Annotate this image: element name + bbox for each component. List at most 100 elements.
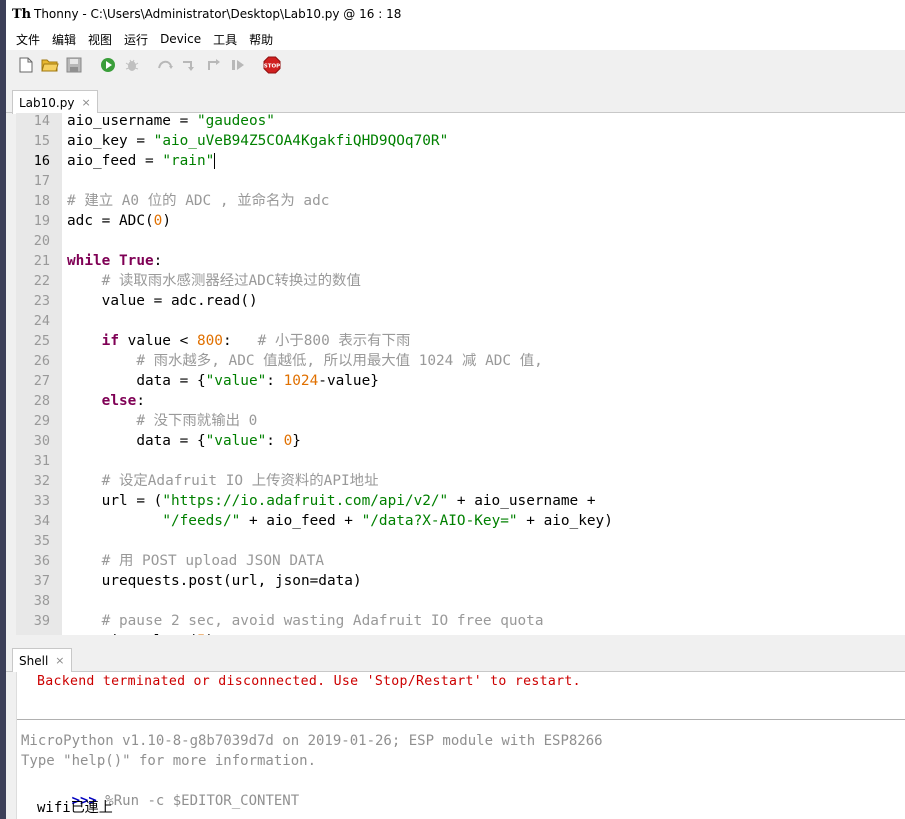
line-number: 16 — [33, 153, 50, 169]
svg-text:STOP: STOP — [264, 64, 280, 70]
step-over-icon[interactable] — [156, 55, 176, 75]
shell-output: wifi已連上 — [37, 800, 113, 816]
line-number: 39 — [33, 613, 50, 629]
open-file-icon[interactable] — [40, 55, 60, 75]
text-cursor — [214, 153, 216, 169]
step-into-icon[interactable] — [180, 55, 200, 75]
line-number: 15 — [33, 133, 50, 149]
tab-lab10-py[interactable]: Lab10.py × — [12, 90, 98, 114]
line-number: 37 — [33, 573, 50, 589]
menu-tools[interactable]: 工具 — [207, 31, 243, 48]
code-line: 25 if value < 800: # 小于800 表示有下雨 — [16, 331, 905, 351]
tab-shell[interactable]: Shell × — [12, 648, 72, 672]
code-line: 28 else: — [16, 391, 905, 411]
code-text: # pause 2 sec, avoid wasting Adafruit IO… — [101, 613, 544, 629]
line-number: 40 — [16, 631, 62, 635]
thonny-window: Th Thonny - C:\Users\Administrator\Deskt… — [6, 0, 905, 819]
code-text: while True: — [67, 253, 163, 269]
line-number: 24 — [33, 313, 50, 329]
code-line: 35 — [16, 531, 905, 551]
line-number: 23 — [33, 293, 50, 309]
code-text: # 用 POST upload JSON DATA — [101, 553, 324, 569]
shell-tab-strip: Shell × — [6, 645, 905, 672]
line-number: 32 — [33, 473, 50, 489]
code-editor[interactable]: 14 aio_username = "gaudeos" 15 aio_key = "a… — [16, 113, 905, 635]
line-number: 27 — [33, 373, 50, 389]
title-bar: Th Thonny - C:\Users\Administrator\Deskt… — [6, 0, 905, 28]
code-line: 24 — [16, 311, 905, 331]
menu-device[interactable]: Device — [154, 32, 207, 46]
run-icon[interactable] — [98, 55, 118, 75]
shell-tab-label: Shell — [19, 653, 49, 668]
shell-tab-close-icon[interactable]: × — [55, 654, 64, 667]
stop-icon[interactable]: STOP — [262, 55, 282, 75]
toolbar: STOP — [6, 50, 905, 80]
menu-bar: 文件 编辑 视图 运行 Device 工具 帮助 — [6, 28, 905, 50]
code-text: url = ("https://io.adafruit.com/api/v2/"… — [101, 493, 596, 509]
line-number: 38 — [33, 593, 50, 609]
menu-edit[interactable]: 编辑 — [46, 31, 82, 48]
line-number: 36 — [33, 553, 50, 569]
code-line: 18 # 建立 A0 位的 ADC , 並命名为 adc — [16, 191, 905, 211]
code-line: 38 — [16, 591, 905, 611]
line-number: 25 — [33, 333, 50, 349]
code-text: # 雨水越多, ADC 值越低, 所以用最大值 1024 减 ADC 值, — [136, 353, 543, 369]
code-line: 26 # 雨水越多, ADC 值越低, 所以用最大值 1024 减 ADC 值, — [16, 351, 905, 371]
code-text: data = {"value": 1024-value} — [136, 373, 379, 389]
code-line: 31 — [16, 451, 905, 471]
tab-close-icon[interactable]: × — [81, 96, 90, 109]
code-text: aio_key = "aio_uVeB94Z5COA4KgakfiQHD9QOq… — [67, 133, 449, 149]
code-text: data = {"value": 0} — [136, 433, 301, 449]
code-line: 32 # 设定Adafruit IO 上传资料的API地址 — [16, 471, 905, 491]
code-line: 39 # pause 2 sec, avoid wasting Adafruit… — [16, 611, 905, 631]
code-text: # 建立 A0 位的 ADC , 並命名为 adc — [67, 193, 330, 209]
code-line: 33 url = ("https://io.adafruit.com/api/v… — [16, 491, 905, 511]
line-number: 31 — [33, 453, 50, 469]
code-line: 20 — [16, 231, 905, 251]
code-line: 29 # 没下雨就输出 0 — [16, 411, 905, 431]
code-line: 37 urequests.post(url, json=data) — [16, 571, 905, 591]
window-title: Thonny - C:\Users\Administrator\Desktop\… — [34, 7, 402, 21]
shell-error-message: Backend terminated or disconnected. Use … — [37, 674, 581, 689]
line-number: 14 — [33, 113, 50, 129]
menu-view[interactable]: 视图 — [82, 31, 118, 48]
line-number: 18 — [33, 193, 50, 209]
line-number: 22 — [33, 273, 50, 289]
menu-file[interactable]: 文件 — [10, 31, 46, 48]
code-line: 14 aio_username = "gaudeos" — [16, 113, 905, 131]
code-text: # 没下雨就输出 0 — [136, 413, 258, 429]
code-line: 36 # 用 POST upload JSON DATA — [16, 551, 905, 571]
line-number: 17 — [33, 173, 50, 189]
code-text: aio_feed = "rain" — [67, 153, 216, 169]
resume-icon[interactable] — [228, 55, 248, 75]
code-line: 15 aio_key = "aio_uVeB94Z5COA4KgakfiQHD9Q… — [16, 131, 905, 151]
line-number: 26 — [33, 353, 50, 369]
code-text: aio_username = "gaudeos" — [67, 113, 275, 129]
new-file-icon[interactable] — [16, 55, 36, 75]
code-text: adc = ADC(0) — [67, 213, 172, 229]
line-number: 28 — [33, 393, 50, 409]
debug-icon[interactable] — [122, 55, 142, 75]
code-line: 21 while True: — [16, 251, 905, 271]
step-out-icon[interactable] — [204, 55, 224, 75]
shell-help-hint: Type "help()" for more information. — [21, 753, 317, 769]
menu-run[interactable]: 运行 — [118, 31, 154, 48]
code-text: # 读取雨水感测器经过ADC转换过的数值 — [101, 273, 361, 289]
code-line: 23 value = adc.read() — [16, 291, 905, 311]
line-number: 33 — [33, 493, 50, 509]
shell-panel[interactable]: Backend terminated or disconnected. Use … — [16, 672, 905, 819]
code-text: value = adc.read() — [101, 293, 258, 309]
code-line: 16 aio_feed = "rain" — [16, 151, 905, 171]
code-line: 19 adc = ADC(0) — [16, 211, 905, 231]
shell-divider — [17, 719, 905, 720]
editor-tab-strip: Lab10.py × — [6, 88, 905, 114]
menu-help[interactable]: 帮助 — [243, 31, 279, 48]
save-icon[interactable] — [64, 55, 84, 75]
code-line: 34 "/feeds/" + aio_feed + "/data?X-AIO-K… — [16, 511, 905, 531]
tab-label: Lab10.py — [19, 95, 75, 110]
code-line: 40 time.sleep(5) — [16, 631, 905, 635]
